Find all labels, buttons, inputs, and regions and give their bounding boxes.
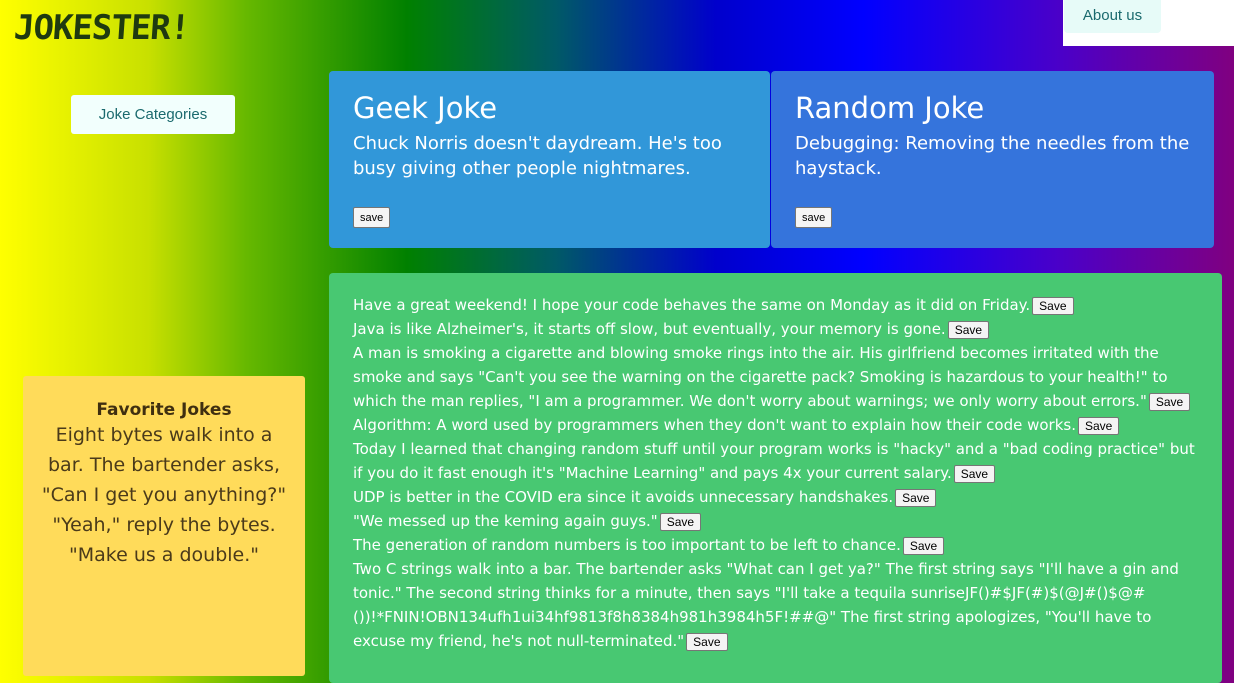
favorite-joke-text: Eight bytes walk into a bar. The bartend… xyxy=(41,424,287,566)
joke-save-button[interactable]: Save xyxy=(1032,297,1074,315)
app-logo: JOKESTER! xyxy=(12,8,191,48)
list-item: Two C strings walk into a bar. The barte… xyxy=(353,557,1198,653)
joke-text: "We messed up the keming again guys." xyxy=(353,512,658,530)
joke-text: UDP is better in the COVID era since it … xyxy=(353,488,894,506)
joke-text: Two C strings walk into a bar. The barte… xyxy=(353,560,1179,650)
joke-save-button[interactable]: Save xyxy=(902,537,945,555)
list-item: Java is like Alzheimer's, it starts off … xyxy=(353,317,1198,341)
about-us-link[interactable]: About us xyxy=(1064,0,1161,33)
joke-text: A man is smoking a cigarette and blowing… xyxy=(353,344,1168,410)
list-item: Algorithm: A word used by programmers wh… xyxy=(353,413,1198,437)
favorite-jokes-panel: Favorite Jokes Eight bytes walk into a b… xyxy=(23,376,305,676)
favorite-jokes-title: Favorite Jokes xyxy=(96,400,232,420)
joke-text: Today I learned that changing random stu… xyxy=(353,440,1195,482)
joke-categories-button[interactable]: Joke Categories xyxy=(71,95,235,134)
list-item: "We messed up the keming again guys." Sav… xyxy=(353,509,1198,533)
geek-joke-card: Geek Joke Chuck Norris doesn't daydream.… xyxy=(329,71,770,248)
joke-text: The generation of random numbers is too … xyxy=(353,536,901,554)
joke-save-button[interactable]: Save xyxy=(895,489,937,507)
joke-save-button[interactable]: Save xyxy=(686,633,728,651)
joke-text: Have a great weekend! I hope your code b… xyxy=(353,296,1031,314)
list-item: Have a great weekend! I hope your code b… xyxy=(353,293,1198,317)
geek-joke-save-button[interactable]: save xyxy=(353,207,391,228)
geek-joke-text: Chuck Norris doesn't daydream. He's too … xyxy=(353,133,722,179)
random-joke-card: Random Joke Debugging: Removing the need… xyxy=(771,71,1214,248)
list-item: UDP is better in the COVID era since it … xyxy=(353,485,1198,509)
random-joke-save-button[interactable]: save xyxy=(795,207,833,228)
jokes-list: Have a great weekend! I hope your code b… xyxy=(329,273,1222,683)
joke-save-button[interactable]: Save xyxy=(947,321,990,339)
joke-text: Algorithm: A word used by programmers wh… xyxy=(353,416,1076,434)
list-item: Today I learned that changing random stu… xyxy=(353,437,1198,485)
list-item: A man is smoking a cigarette and blowing… xyxy=(353,341,1198,413)
list-item: The generation of random numbers is too … xyxy=(353,533,1198,557)
random-joke-title: Random Joke xyxy=(795,91,985,125)
joke-save-button[interactable]: Save xyxy=(1148,393,1191,411)
geek-joke-title: Geek Joke xyxy=(353,91,498,125)
joke-text: Java is like Alzheimer's, it starts off … xyxy=(353,320,946,338)
random-joke-text: Debugging: Removing the needles from the… xyxy=(795,133,1190,179)
joke-save-button[interactable]: Save xyxy=(659,513,702,531)
joke-save-button[interactable]: Save xyxy=(1077,417,1120,435)
joke-save-button[interactable]: Save xyxy=(953,465,996,483)
